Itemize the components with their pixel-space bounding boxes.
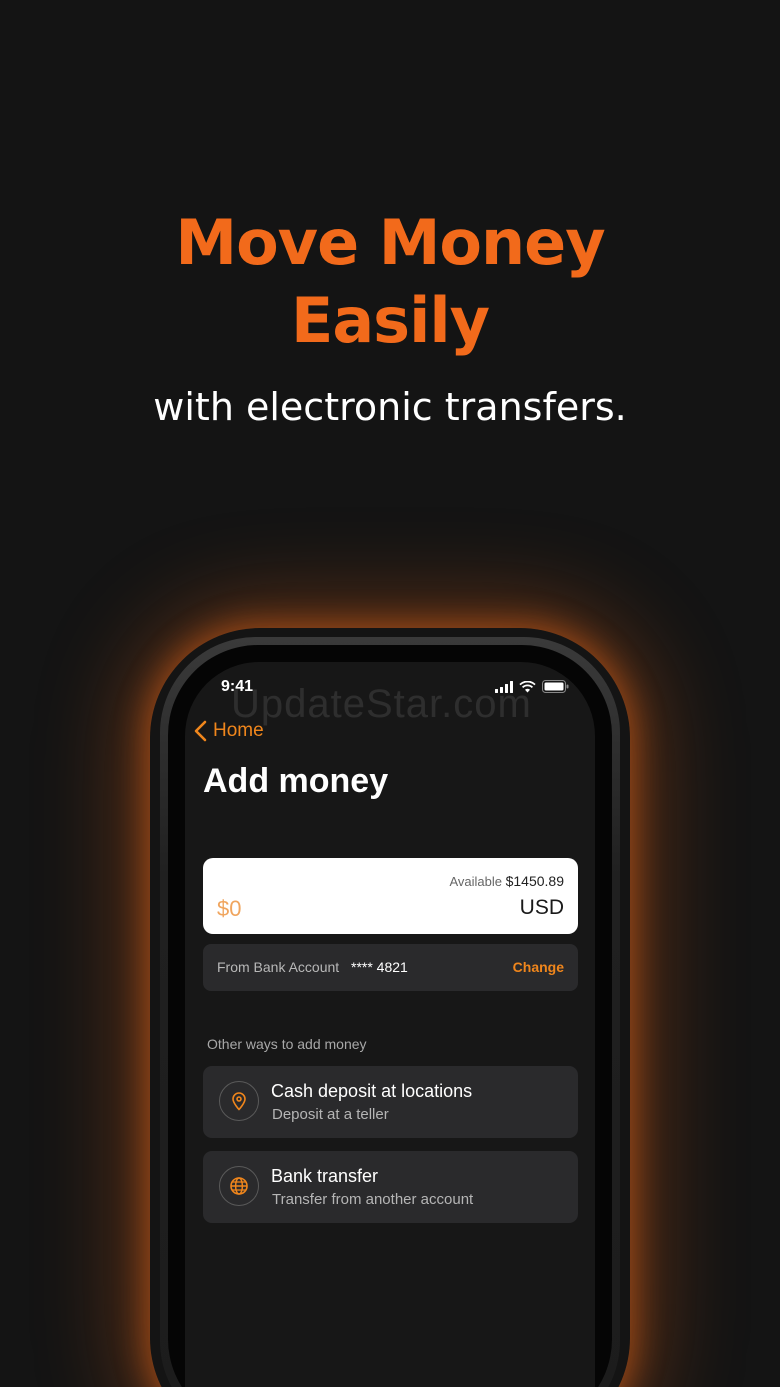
amount-input[interactable] (215, 894, 439, 924)
globe-icon (219, 1166, 259, 1206)
headline: Move Money Easily (0, 204, 780, 360)
amount-card: Available $1450.89 USD (203, 858, 578, 934)
phone-frame: 9:41 UpdateStar.com Home Add money Avail… (160, 637, 620, 1387)
from-account-row: From Bank Account **** 4821 Change (203, 944, 578, 991)
watermark: UpdateStar.com (231, 682, 532, 726)
available-balance: Available $1450.89 (449, 873, 564, 889)
back-label: Home (213, 720, 264, 741)
cash-deposit-option[interactable]: Cash deposit at locations Deposit at a t… (203, 1066, 578, 1138)
other-ways-label: Other ways to add money (207, 1036, 367, 1052)
change-account-button[interactable]: Change (513, 959, 564, 975)
chevron-left-icon (194, 720, 207, 742)
option-title: Cash deposit at locations (271, 1081, 473, 1101)
option-subtitle: Transfer from another account (272, 1191, 474, 1208)
location-pin-icon (219, 1081, 259, 1121)
bank-transfer-option[interactable]: Bank transfer Transfer from another acco… (203, 1151, 578, 1223)
phone-screen: 9:41 UpdateStar.com Home Add money Avail… (185, 662, 595, 1387)
currency-label: USD (519, 896, 564, 919)
promo-page: Move Money Easily with electronic transf… (0, 0, 780, 1387)
available-label: Available (449, 874, 502, 889)
phone-bezel: 9:41 UpdateStar.com Home Add money Avail… (168, 645, 612, 1387)
page-title: Add money (203, 762, 389, 800)
from-account-label: From Bank Account (217, 959, 340, 975)
from-account-number: **** 4821 (351, 959, 408, 975)
option-title: Bank transfer (271, 1166, 379, 1186)
subheadline: with electronic transfers. (153, 385, 627, 429)
headline-line-1: Move Money (175, 206, 605, 279)
back-button[interactable]: Home (193, 720, 264, 742)
option-subtitle: Deposit at a teller (272, 1106, 389, 1123)
headline-line-2: Easily (290, 284, 490, 357)
battery-icon (542, 680, 569, 693)
available-value: $1450.89 (505, 873, 564, 889)
